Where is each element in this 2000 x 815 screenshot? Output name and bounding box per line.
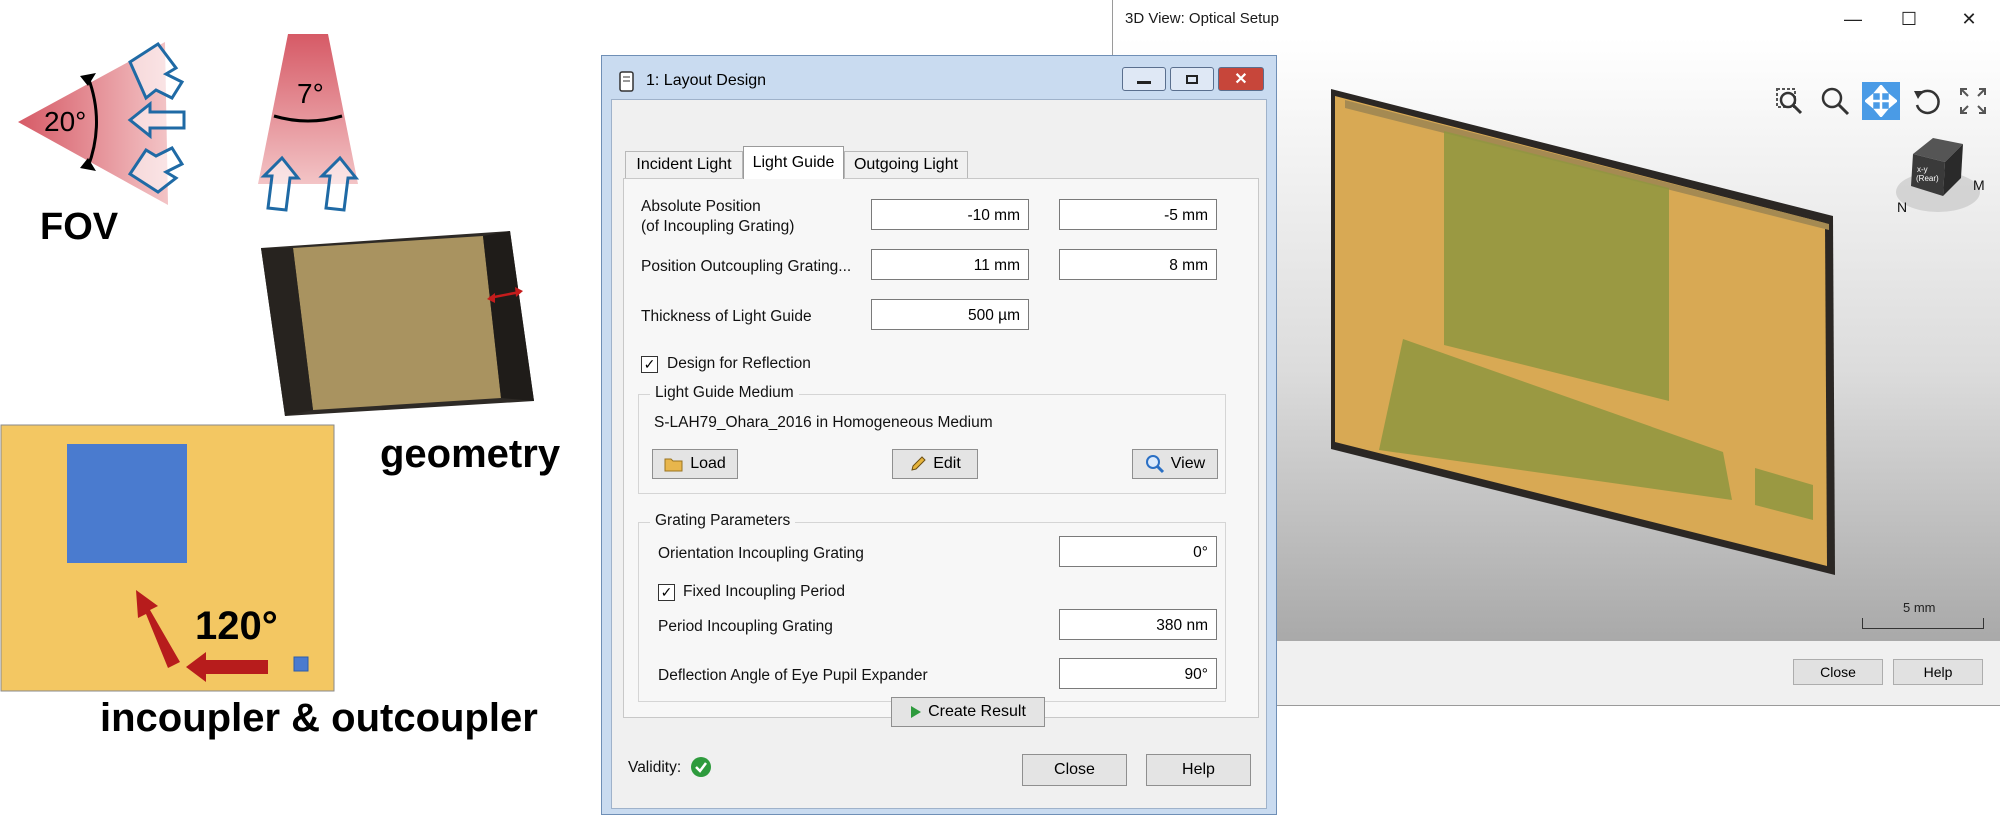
dialog-close-button[interactable]: ✕: [1218, 67, 1264, 91]
orientation-label: Orientation Incoupling Grating: [658, 545, 864, 562]
document-icon: [619, 71, 634, 92]
incoming-arrows-horizontal: [127, 41, 186, 194]
minimize-button[interactable]: —: [1825, 0, 1881, 38]
valid-check-icon: [691, 757, 711, 777]
folder-icon: [664, 458, 683, 472]
dialog-close-action-button[interactable]: Close: [1022, 754, 1127, 786]
grating-group-title: Grating Parameters: [650, 512, 796, 530]
period-label: Period Incoupling Grating: [658, 618, 833, 635]
close-window-button[interactable]: ✕: [1941, 0, 1997, 38]
outcoupling-position-label: Position Outcoupling Grating...: [641, 258, 852, 275]
thickness-field[interactable]: 500 µm: [871, 299, 1029, 330]
view3d-titlebar: 3D View: Optical Setup — ☐ ✕: [1113, 0, 2000, 38]
view-label: View: [1170, 455, 1206, 472]
view3d-title: 3D View: Optical Setup: [1125, 10, 1279, 27]
deflection-label: Deflection Angle of Eye Pupil Expander: [658, 667, 928, 684]
magnifier-icon: [1145, 455, 1164, 474]
tab-incident-light[interactable]: Incident Light: [625, 151, 743, 178]
fov-label: FOV: [40, 206, 119, 248]
dialog-minimize-button[interactable]: [1122, 67, 1166, 91]
layout-design-dialog: 1: Layout Design ✕ Incident Light Light …: [601, 55, 1277, 815]
tab-outgoing-light[interactable]: Outgoing Light: [844, 151, 968, 178]
incoupler-region: [293, 656, 309, 672]
design-reflection-label: Design for Reflection: [667, 355, 811, 372]
medium-value: S-LAH79_Ohara_2016 in Homogeneous Medium: [654, 414, 993, 431]
coupler-label: incoupler & outcoupler: [100, 696, 538, 740]
thickness-label: Thickness of Light Guide: [641, 308, 812, 325]
medium-group-title: Light Guide Medium: [650, 384, 799, 402]
abs-position-y-field[interactable]: -5 mm: [1059, 199, 1217, 230]
edit-label: Edit: [933, 455, 961, 472]
view-button[interactable]: View: [1132, 449, 1218, 479]
pencil-icon: [911, 456, 926, 471]
maximize-button[interactable]: ☐: [1881, 0, 1937, 38]
load-label: Load: [690, 455, 726, 472]
dialog-client-area: Incident Light Light Guide Outgoing Ligh…: [611, 99, 1267, 809]
dialog-maximize-button[interactable]: [1170, 67, 1214, 91]
dialog-help-button[interactable]: Help: [1146, 754, 1251, 786]
dialog-title: 1: Layout Design: [646, 72, 767, 89]
medium-group: [638, 394, 1226, 494]
create-result-button[interactable]: Create Result: [891, 697, 1045, 727]
outcoupler-region: [67, 444, 187, 563]
coupler-layout: [0, 424, 335, 692]
fixed-period-checkbox[interactable]: ✓: [658, 584, 675, 601]
abs-position-sublabel: (of Incoupling Grating): [641, 218, 795, 235]
deflection-field[interactable]: 90°: [1059, 658, 1217, 689]
abs-position-label: Absolute Position: [641, 198, 761, 215]
create-result-label: Create Result: [928, 703, 1026, 720]
view3d-close-button[interactable]: Close: [1793, 659, 1883, 685]
geometry-label: geometry: [380, 432, 561, 476]
scale-bar: [1862, 618, 1984, 629]
angle-20-label: 20°: [44, 106, 87, 137]
validity-label: Validity:: [628, 759, 682, 776]
load-button[interactable]: Load: [652, 449, 738, 479]
outcoupling-x-field[interactable]: 11 mm: [871, 249, 1029, 280]
rotation-angle-label: 120°: [195, 604, 278, 648]
abs-position-x-field[interactable]: -10 mm: [871, 199, 1029, 230]
light-guide-panel: Absolute Position (of Incoupling Grating…: [623, 178, 1259, 718]
orientation-field[interactable]: 0°: [1059, 536, 1217, 567]
outcoupling-y-field[interactable]: 8 mm: [1059, 249, 1217, 280]
design-reflection-checkbox[interactable]: ✓: [641, 356, 658, 373]
fixed-period-label: Fixed Incoupling Period: [683, 583, 845, 600]
view3d-help-button[interactable]: Help: [1893, 659, 1983, 685]
angle-7-label: 7°: [297, 78, 324, 109]
tab-light-guide[interactable]: Light Guide: [743, 146, 844, 179]
waveguide-geometry: [261, 231, 534, 416]
scale-label: 5 mm: [1903, 600, 1936, 615]
edit-button[interactable]: Edit: [892, 449, 978, 479]
play-icon: [911, 706, 922, 718]
period-field[interactable]: 380 nm: [1059, 609, 1217, 640]
